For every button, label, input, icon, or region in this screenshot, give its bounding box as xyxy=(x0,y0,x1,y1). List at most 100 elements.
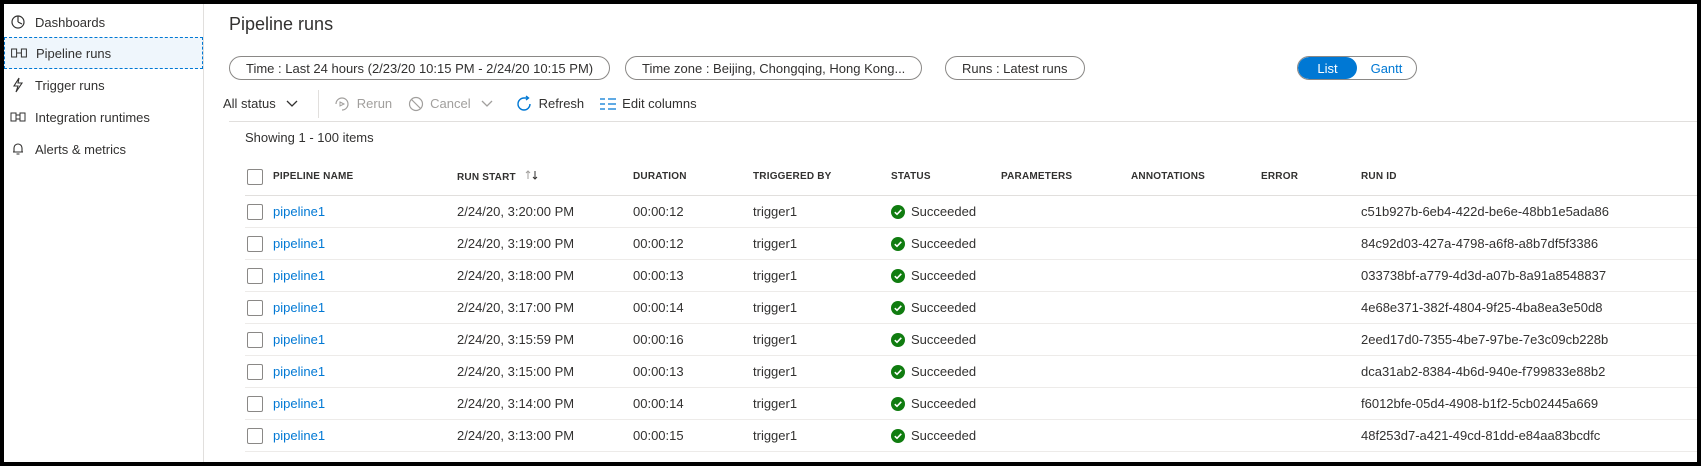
refresh-button[interactable]: Refresh xyxy=(515,94,585,113)
column-header-run-start[interactable]: RUN START xyxy=(457,170,539,183)
status-label: Succeeded xyxy=(911,204,977,219)
view-toggle: List Gantt xyxy=(1297,56,1417,80)
table-row[interactable]: pipeline1 2/24/20, 3:13:00 PM 00:00:15 t… xyxy=(245,420,1697,452)
runs-table: PIPELINE NAME RUN START DURATION TRIGGER… xyxy=(245,158,1697,452)
rerun-label: Rerun xyxy=(356,96,393,111)
sidebar-item-dashboards[interactable]: Dashboards xyxy=(4,6,203,38)
run-id-cell: 48f253d7-a421-49cd-81dd-e84aa83bcdfc xyxy=(1361,428,1601,443)
run-id-cell: dca31ab2-8384-4b6d-940e-f799833e88b2 xyxy=(1361,364,1606,379)
success-check-icon xyxy=(891,268,905,283)
sidebar-item-label: Pipeline runs xyxy=(36,45,112,61)
table-row[interactable]: pipeline1 2/24/20, 3:14:00 PM 00:00:14 t… xyxy=(245,388,1697,420)
triggered-by-cell: trigger1 xyxy=(753,268,798,283)
chevron-down-icon xyxy=(286,100,298,108)
row-checkbox[interactable] xyxy=(247,236,263,252)
success-check-icon xyxy=(891,428,905,443)
refresh-label: Refresh xyxy=(538,96,585,111)
row-checkbox[interactable] xyxy=(247,204,263,220)
run-start-cell: 2/24/20, 3:13:00 PM xyxy=(457,428,575,443)
timezone-filter-button[interactable]: Time zone : Beijing, Chongqing, Hong Kon… xyxy=(625,56,923,80)
status-label: Succeeded xyxy=(911,396,977,411)
pipeline-name-link[interactable]: pipeline1 xyxy=(273,332,325,347)
refresh-icon xyxy=(515,94,533,113)
gantt-view-button[interactable]: Gantt xyxy=(1357,57,1416,79)
sidebar: Dashboards Pipeline runs Trigger runs In… xyxy=(4,4,204,462)
sidebar-item-label: Alerts & metrics xyxy=(35,141,127,157)
table-row[interactable]: pipeline1 2/24/20, 3:18:00 PM 00:00:13 t… xyxy=(245,260,1697,292)
status-cell: Succeeded xyxy=(891,364,976,379)
triggered-by-cell: trigger1 xyxy=(753,300,798,315)
sidebar-item-trigger-runs[interactable]: Trigger runs xyxy=(4,69,203,101)
time-filter-button[interactable]: Time : Last 24 hours (2/23/20 10:15 PM -… xyxy=(229,56,611,80)
duration-cell: 00:00:16 xyxy=(633,332,684,347)
run-start-cell: 2/24/20, 3:18:00 PM xyxy=(457,268,575,283)
row-checkbox[interactable] xyxy=(247,396,263,412)
success-check-icon xyxy=(891,204,905,219)
status-label: Succeeded xyxy=(911,236,977,251)
edit-columns-label: Edit columns xyxy=(622,96,697,111)
status-cell: Succeeded xyxy=(891,332,976,347)
pipeline-name-link[interactable]: pipeline1 xyxy=(273,428,325,443)
cancel-icon xyxy=(408,96,424,112)
triggered-by-cell: trigger1 xyxy=(753,396,798,411)
status-cell: Succeeded xyxy=(891,236,976,251)
main-content: Pipeline runs Time : Last 24 hours (2/23… xyxy=(205,4,1697,462)
sidebar-item-label: Integration runtimes xyxy=(35,109,150,125)
triggered-by-cell: trigger1 xyxy=(753,364,798,379)
row-checkbox[interactable] xyxy=(247,268,263,284)
status-cell: Succeeded xyxy=(891,396,976,411)
dashboard-icon xyxy=(10,14,26,30)
row-checkbox[interactable] xyxy=(247,332,263,348)
row-checkbox[interactable] xyxy=(247,428,263,444)
column-header-duration[interactable]: DURATION xyxy=(633,171,687,182)
column-header-status[interactable]: STATUS xyxy=(891,171,931,182)
column-header-triggered-by[interactable]: TRIGGERED BY xyxy=(753,171,832,182)
sidebar-item-integration-runtimes[interactable]: Integration runtimes xyxy=(4,101,203,133)
column-header-run-id[interactable]: RUN ID xyxy=(1361,171,1397,182)
table-row[interactable]: pipeline1 2/24/20, 3:15:59 PM 00:00:16 t… xyxy=(245,324,1697,356)
sidebar-item-alerts-metrics[interactable]: Alerts & metrics xyxy=(4,133,203,165)
pipeline-name-link[interactable]: pipeline1 xyxy=(273,268,325,283)
pipeline-name-link[interactable]: pipeline1 xyxy=(273,396,325,411)
column-header-run-start-label: RUN START xyxy=(457,172,516,183)
list-view-button[interactable]: List xyxy=(1298,57,1357,79)
pipeline-name-link[interactable]: pipeline1 xyxy=(273,364,325,379)
status-label: Succeeded xyxy=(911,364,977,379)
row-checkbox[interactable] xyxy=(247,364,263,380)
runs-filter-button[interactable]: Runs : Latest runs xyxy=(945,56,1085,80)
pipeline-name-link[interactable]: pipeline1 xyxy=(273,204,325,219)
status-label: Succeeded xyxy=(911,300,977,315)
pipeline-name-link[interactable]: pipeline1 xyxy=(273,300,325,315)
run-id-cell: 2eed17d0-7355-4be7-97be-7e3c09cb228b xyxy=(1361,332,1609,347)
column-header-error[interactable]: ERROR xyxy=(1261,171,1298,182)
sidebar-item-label: Dashboards xyxy=(35,14,106,30)
status-label: Succeeded xyxy=(911,332,977,347)
cancel-button[interactable]: Cancel xyxy=(408,96,498,112)
run-start-cell: 2/24/20, 3:20:00 PM xyxy=(457,204,575,219)
pipeline-name-link[interactable]: pipeline1 xyxy=(273,236,325,251)
triggered-by-cell: trigger1 xyxy=(753,204,798,219)
rerun-button[interactable]: Rerun xyxy=(333,96,392,112)
duration-cell: 00:00:13 xyxy=(633,268,684,283)
column-header-annotations[interactable]: ANNOTATIONS xyxy=(1131,171,1205,182)
sort-icon xyxy=(525,170,539,183)
app-frame: Dashboards Pipeline runs Trigger runs In… xyxy=(4,4,1697,462)
chevron-down-icon xyxy=(481,100,493,108)
sidebar-item-pipeline-runs[interactable]: Pipeline runs xyxy=(4,37,203,69)
column-header-parameters[interactable]: PARAMETERS xyxy=(1001,171,1072,182)
table-row[interactable]: pipeline1 2/24/20, 3:20:00 PM 00:00:12 t… xyxy=(245,196,1697,228)
table-row[interactable]: pipeline1 2/24/20, 3:15:00 PM 00:00:13 t… xyxy=(245,356,1697,388)
row-checkbox[interactable] xyxy=(247,300,263,316)
table-row[interactable]: pipeline1 2/24/20, 3:19:00 PM 00:00:12 t… xyxy=(245,228,1697,260)
column-header-name[interactable]: PIPELINE NAME xyxy=(273,171,353,182)
table-row[interactable]: pipeline1 2/24/20, 3:17:00 PM 00:00:14 t… xyxy=(245,292,1697,324)
table-body: pipeline1 2/24/20, 3:20:00 PM 00:00:12 t… xyxy=(245,196,1697,452)
table-header: PIPELINE NAME RUN START DURATION TRIGGER… xyxy=(245,158,1697,196)
status-dropdown-label: All status xyxy=(223,96,276,111)
success-check-icon xyxy=(891,236,905,251)
duration-cell: 00:00:12 xyxy=(633,236,684,251)
pipeline-icon xyxy=(11,45,27,61)
select-all-checkbox[interactable] xyxy=(247,169,263,185)
status-dropdown[interactable]: All status xyxy=(223,96,304,111)
edit-columns-button[interactable]: Edit columns xyxy=(600,96,697,111)
